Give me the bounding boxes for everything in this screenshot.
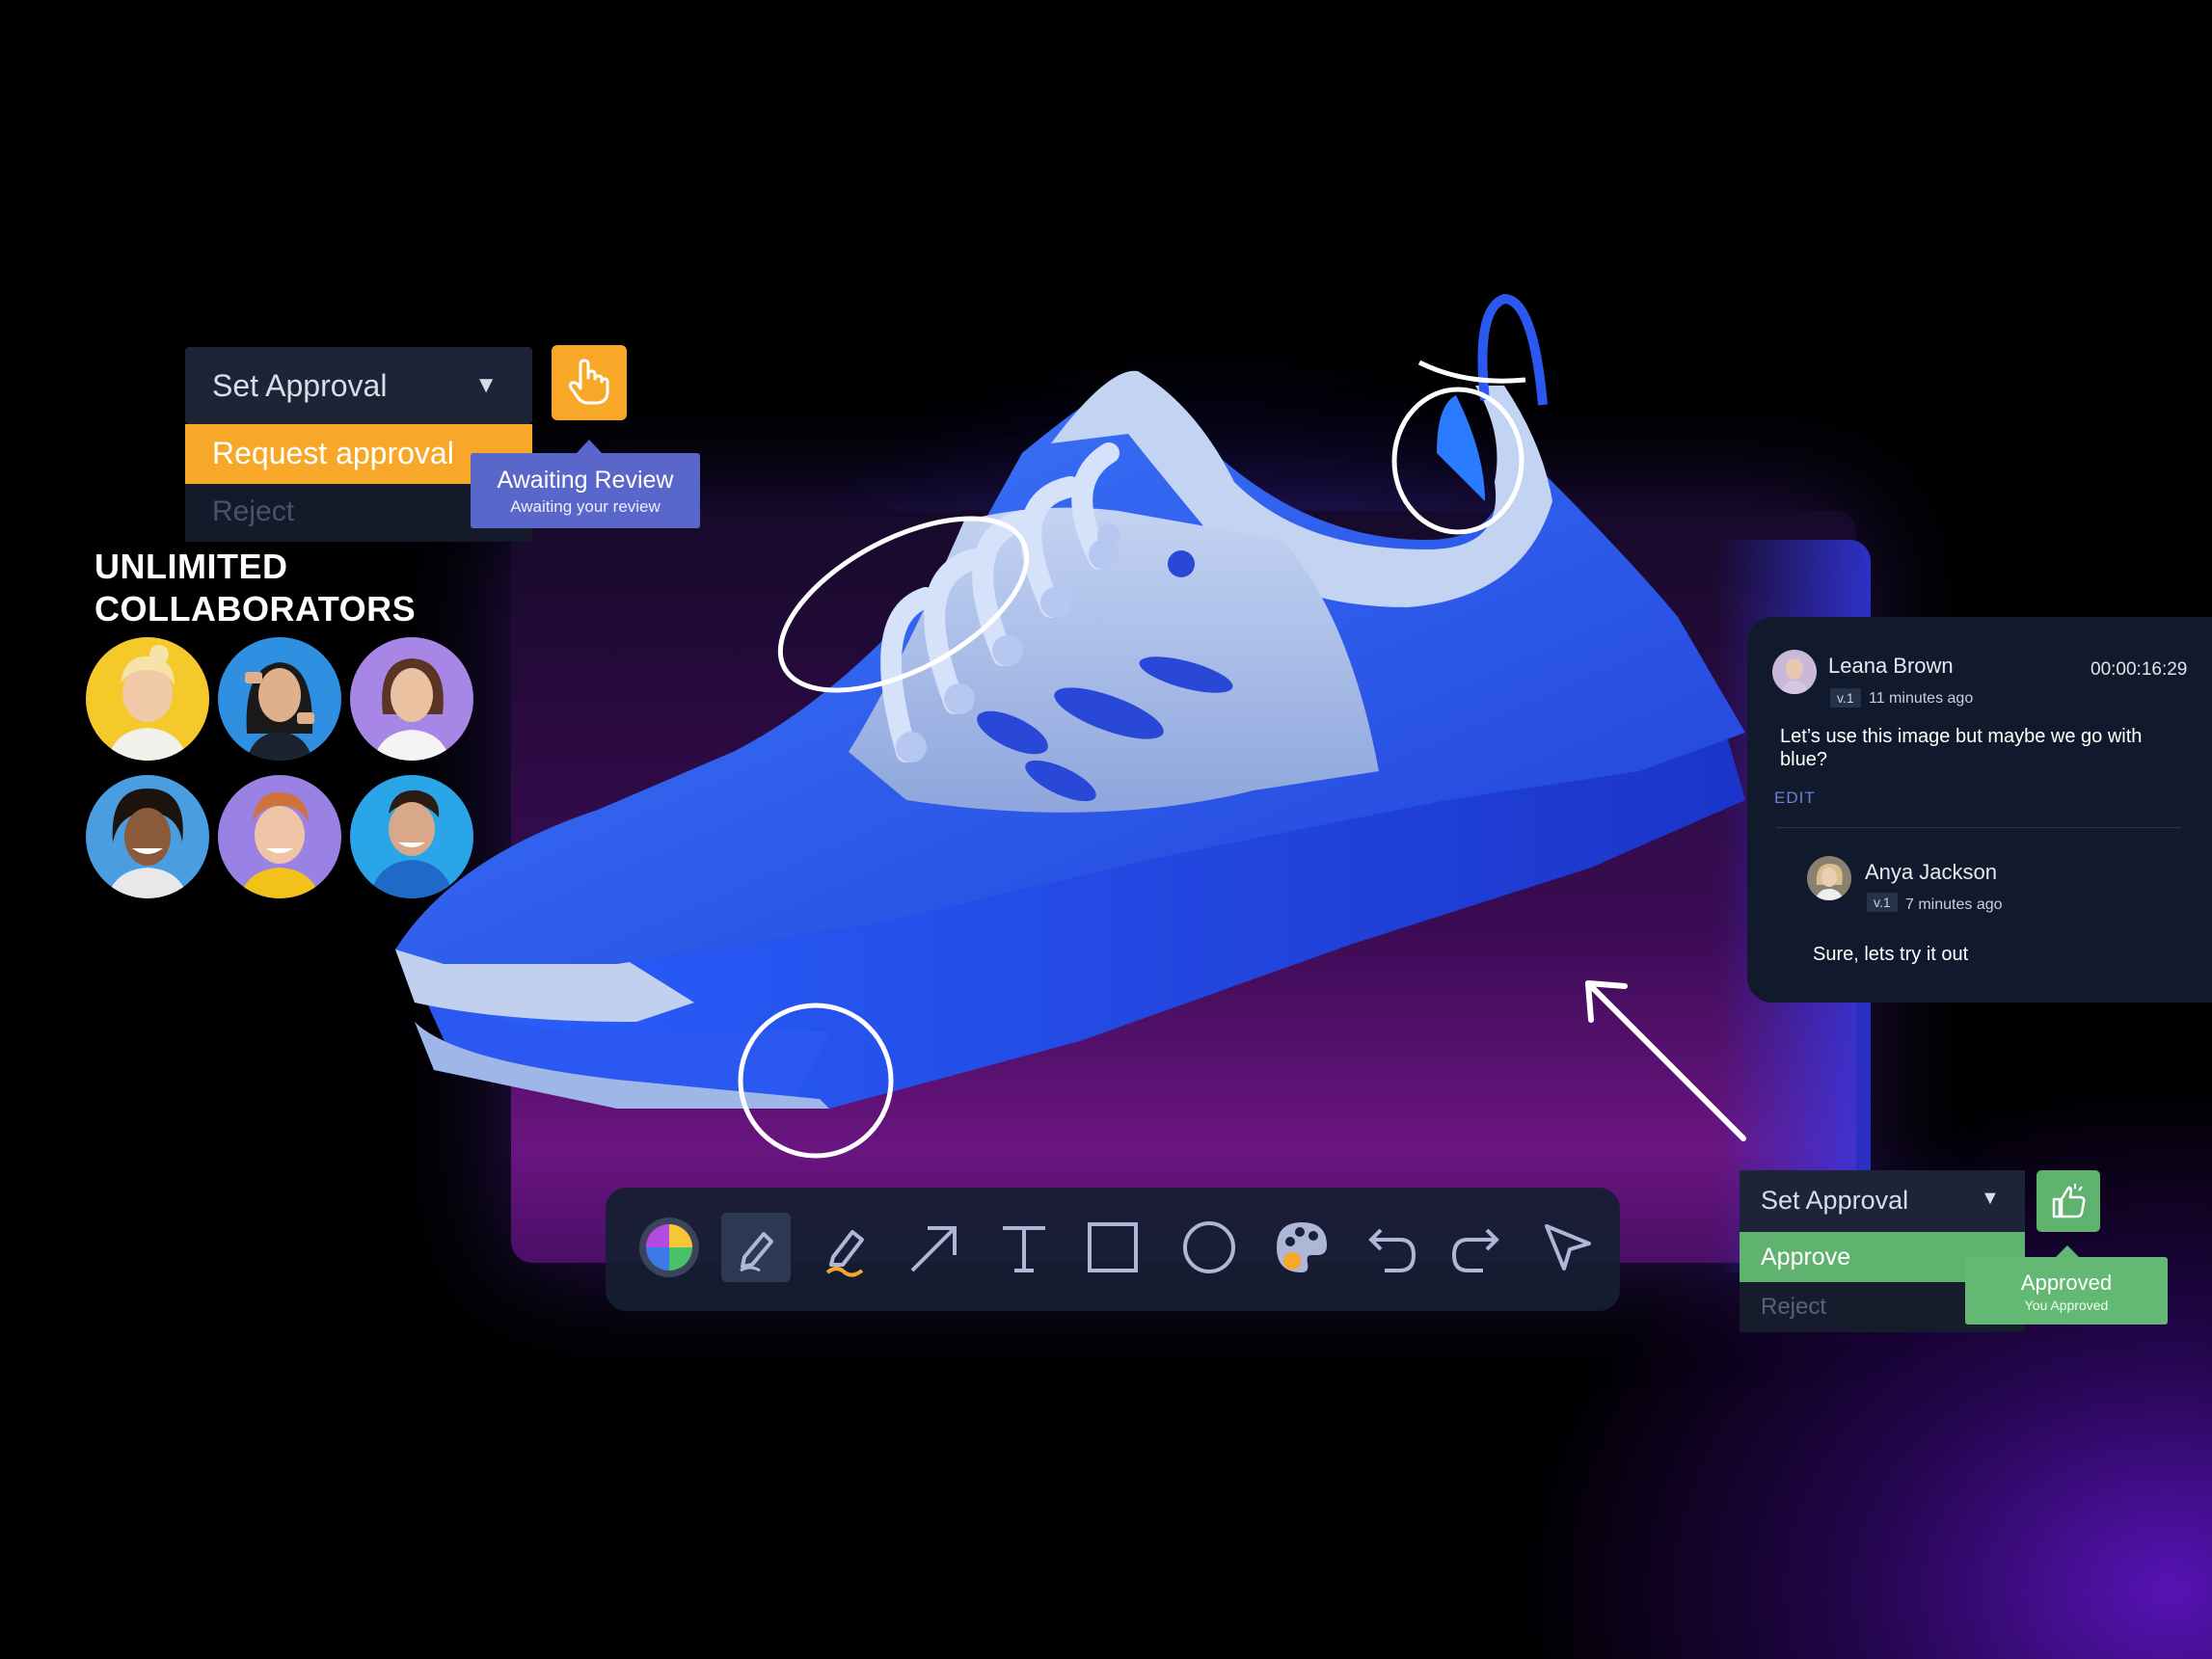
approved-title: Approved bbox=[2020, 1271, 2113, 1295]
set-approval-header[interactable]: Set Approval ▼ bbox=[1740, 1170, 2025, 1232]
version-badge: v.1 bbox=[1867, 893, 1898, 912]
arrow-icon bbox=[910, 1226, 957, 1272]
approved-subtitle: You Approved bbox=[2024, 1298, 2109, 1313]
reject-label: Reject bbox=[1761, 1294, 1827, 1320]
pen-icon bbox=[740, 1232, 773, 1272]
approved-tooltip: Approved You Approved bbox=[1965, 1245, 2168, 1325]
redo-icon bbox=[1451, 1228, 1499, 1272]
cursor-icon bbox=[1545, 1224, 1591, 1271]
reply-text: Sure, lets try it out bbox=[1813, 944, 1969, 965]
reply-time-ago: 7 minutes ago bbox=[1905, 896, 2003, 913]
circle-icon bbox=[1183, 1221, 1235, 1273]
thumbs-up-icon bbox=[2052, 1184, 2086, 1218]
set-approval-label: Set Approval bbox=[212, 368, 388, 403]
avatar[interactable] bbox=[350, 637, 473, 761]
rectangle-tool[interactable] bbox=[1078, 1213, 1147, 1282]
comment-text: Let’s use this image but maybe we go wit… bbox=[1780, 725, 2142, 771]
arrow-tool[interactable] bbox=[899, 1213, 968, 1282]
reject-label: Reject bbox=[212, 495, 295, 527]
set-approval-label: Set Approval bbox=[1761, 1186, 1909, 1215]
approve-thumb-button[interactable] bbox=[2037, 1170, 2100, 1232]
pointer-tool[interactable] bbox=[1533, 1213, 1603, 1282]
pen-tool[interactable] bbox=[721, 1213, 791, 1282]
annotation-toolbar bbox=[606, 1188, 1620, 1311]
avatar[interactable] bbox=[218, 775, 341, 898]
avatar[interactable] bbox=[1807, 856, 1851, 900]
divider bbox=[1776, 827, 2181, 828]
reply-author: Anya Jackson bbox=[1865, 860, 1997, 884]
chevron-down-icon[interactable]: ▼ bbox=[1981, 1188, 2000, 1210]
avatar[interactable] bbox=[350, 775, 473, 898]
collaborators-heading-line2: COLLABORATORS bbox=[94, 589, 417, 629]
collaborators-heading: UNLIMITED COLLABORATORS bbox=[94, 546, 416, 630]
edit-link[interactable]: EDIT bbox=[1774, 789, 1816, 808]
rectangle-icon bbox=[1088, 1222, 1138, 1272]
avatar[interactable] bbox=[1772, 650, 1817, 694]
request-approval-label: Request approval bbox=[212, 436, 454, 470]
version-badge: v.1 bbox=[1830, 688, 1861, 708]
redo-tool[interactable] bbox=[1443, 1213, 1512, 1282]
avatar[interactable] bbox=[218, 637, 341, 761]
avatar[interactable] bbox=[86, 637, 209, 761]
ellipse-tool[interactable] bbox=[1174, 1213, 1244, 1282]
palette-icon bbox=[1277, 1222, 1327, 1272]
collaborators-heading-line1: UNLIMITED bbox=[94, 547, 288, 586]
comment-text-line2: blue? bbox=[1780, 749, 1827, 770]
comment-time-ago: 11 minutes ago bbox=[1869, 690, 1974, 707]
palette-tool[interactable] bbox=[1267, 1213, 1336, 1282]
hand-pointer-button[interactable] bbox=[552, 345, 627, 420]
hand-pointer-icon bbox=[568, 359, 609, 405]
approve-label: Approve bbox=[1761, 1244, 1851, 1271]
undo-icon bbox=[1368, 1228, 1416, 1272]
highlighter-tool[interactable] bbox=[810, 1213, 879, 1282]
text-tool[interactable] bbox=[989, 1213, 1059, 1282]
highlighter-icon bbox=[825, 1230, 864, 1277]
avatar[interactable] bbox=[86, 775, 209, 898]
annotation-arrow bbox=[1585, 980, 1746, 1141]
undo-tool[interactable] bbox=[1356, 1213, 1425, 1282]
awaiting-review-subtitle: Awaiting your review bbox=[510, 497, 661, 516]
color-wheel-icon bbox=[639, 1217, 699, 1277]
comment-timestamp[interactable]: 00:00:16:29 bbox=[2091, 659, 2187, 681]
comments-panel: Leana Brown 00:00:16:29 v.1 11 minutes a… bbox=[1747, 617, 2212, 1003]
text-icon bbox=[1003, 1226, 1045, 1272]
chevron-down-icon[interactable]: ▼ bbox=[474, 372, 498, 399]
comment-text-line1: Let’s use this image but maybe we go wit… bbox=[1780, 726, 2143, 747]
awaiting-review-title: Awaiting Review bbox=[497, 467, 674, 494]
color-picker-tool[interactable] bbox=[634, 1213, 704, 1282]
set-approval-header[interactable]: Set Approval ▼ bbox=[185, 347, 532, 424]
comment-author: Leana Brown bbox=[1828, 654, 1954, 678]
awaiting-review-tooltip: Awaiting Review Awaiting your review bbox=[471, 440, 700, 528]
